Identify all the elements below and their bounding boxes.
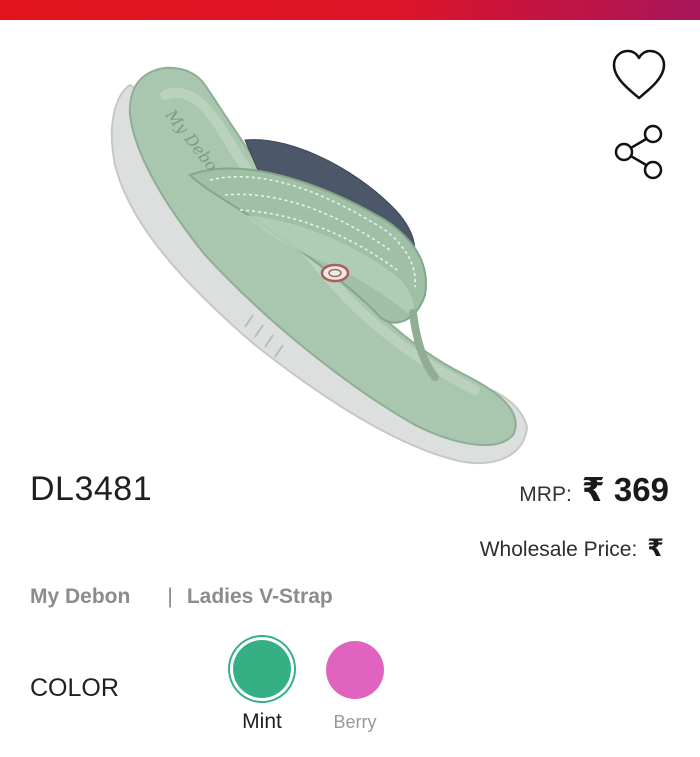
wholesale-price-value: ₹: [647, 535, 664, 562]
share-button[interactable]: [612, 122, 666, 182]
product-code: DL3481: [30, 470, 153, 508]
wishlist-button[interactable]: [610, 47, 668, 103]
color-label-mint: Mint: [242, 710, 282, 733]
product-meta: My Debon | Ladies V-Strap: [30, 585, 333, 609]
mrp: MRP: ₹ 369: [519, 470, 669, 509]
color-swatch-berry[interactable]: [326, 641, 384, 699]
meta-separator: |: [167, 585, 173, 608]
top-accent-bar: [0, 0, 700, 20]
heart-icon: [612, 49, 666, 100]
wholesale-price: Wholesale Price: ₹: [480, 534, 664, 563]
brand-name: My Debon: [30, 585, 131, 608]
color-section-title: COLOR: [30, 674, 119, 702]
color-label-berry: Berry: [333, 712, 377, 732]
category-name: Ladies V-Strap: [186, 585, 333, 608]
wholesale-price-label: Wholesale Price:: [479, 538, 638, 561]
product-image: My Debon: [110, 66, 529, 465]
mrp-value: ₹ 369: [581, 471, 669, 508]
share-icon: [614, 124, 663, 180]
color-swatch-mint[interactable]: [233, 640, 291, 698]
mrp-label: MRP:: [519, 483, 572, 506]
